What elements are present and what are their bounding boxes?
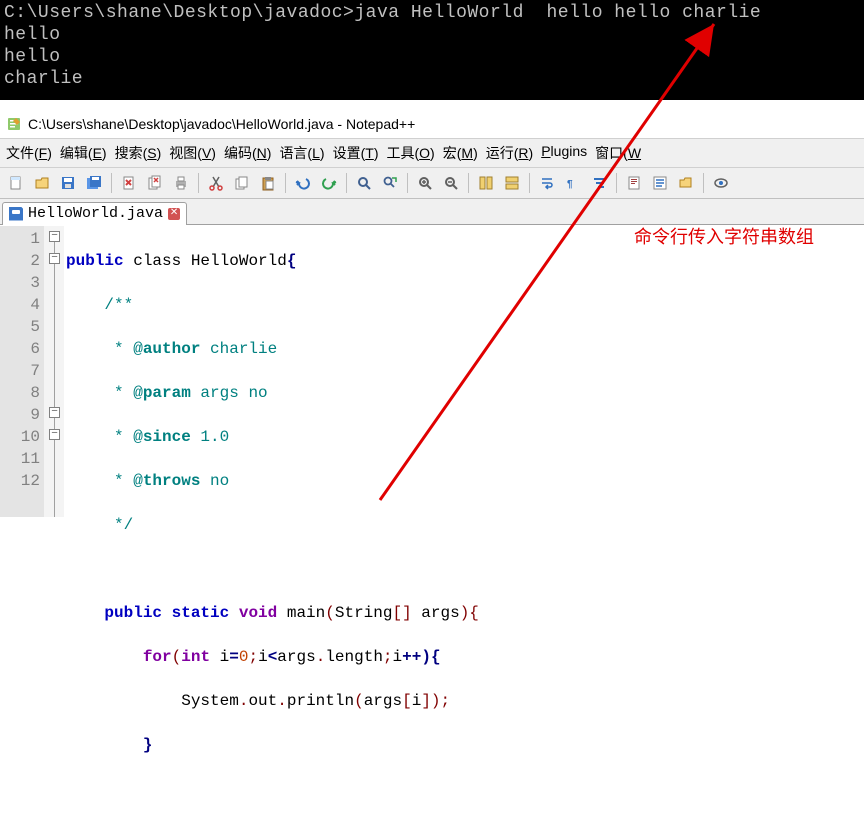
console-output-line: hello — [4, 47, 61, 67]
toolbar-separator — [285, 173, 286, 193]
command-prompt-window: C:\Users\shane\Desktop\javadoc>java Hell… — [0, 0, 864, 100]
save-button[interactable] — [56, 171, 80, 195]
open-file-button[interactable] — [30, 171, 54, 195]
editor[interactable]: 123 456 789 101112 − − − − public class … — [0, 225, 864, 517]
console-output-line: charlie — [4, 69, 83, 89]
toolbar-separator — [616, 173, 617, 193]
toolbar-separator — [703, 173, 704, 193]
menu-search[interactable]: 搜索(S) — [115, 143, 162, 163]
toolbar-separator — [529, 173, 530, 193]
titlebar: C:\Users\shane\Desktop\javadoc\HelloWorl… — [0, 110, 864, 138]
toolbar-separator — [346, 173, 347, 193]
tabstrip: HelloWorld.java ✕ — [0, 199, 864, 225]
menu-file[interactable]: 文件(F) — [6, 143, 52, 163]
monitor-button[interactable] — [709, 171, 733, 195]
menu-language[interactable]: 语言(L) — [279, 143, 324, 163]
find-button[interactable] — [352, 171, 376, 195]
folder-workspace-button[interactable] — [674, 171, 698, 195]
sync-hscroll-button[interactable] — [500, 171, 524, 195]
menu-tools[interactable]: 工具(O) — [386, 143, 434, 163]
close-button[interactable] — [117, 171, 141, 195]
menu-run[interactable]: 运行(R) — [486, 143, 533, 163]
wordwrap-button[interactable] — [535, 171, 559, 195]
undo-button[interactable] — [291, 171, 315, 195]
menu-edit[interactable]: 编辑(E) — [60, 143, 107, 163]
menu-encoding[interactable]: 编码(N) — [224, 143, 271, 163]
new-file-button[interactable] — [4, 171, 28, 195]
file-tab[interactable]: HelloWorld.java ✕ — [2, 202, 187, 225]
toolbar: ¶ — [0, 168, 864, 199]
svg-text:¶: ¶ — [567, 179, 573, 190]
zoom-in-button[interactable] — [413, 171, 437, 195]
tab-close-button[interactable]: ✕ — [168, 208, 180, 220]
file-tab-label: HelloWorld.java — [28, 205, 163, 222]
line-number-gutter: 123 456 789 101112 — [0, 226, 44, 517]
fold-column: − − − − — [44, 226, 64, 517]
copy-button[interactable] — [230, 171, 254, 195]
menubar: 文件(F) 编辑(E) 搜索(S) 视图(V) 编码(N) 语言(L) 设置(T… — [0, 138, 864, 168]
function-list-button[interactable] — [648, 171, 672, 195]
code-area[interactable]: public class HelloWorld{ /** * @author c… — [64, 226, 864, 517]
toolbar-separator — [407, 173, 408, 193]
menu-macro[interactable]: 宏(M) — [443, 143, 478, 163]
cut-button[interactable] — [204, 171, 228, 195]
console-command: C:\Users\shane\Desktop\javadoc>java Hell… — [4, 3, 761, 23]
paste-button[interactable] — [256, 171, 280, 195]
menu-view[interactable]: 视图(V) — [169, 143, 216, 163]
replace-button[interactable] — [378, 171, 402, 195]
close-all-button[interactable] — [143, 171, 167, 195]
redo-button[interactable] — [317, 171, 341, 195]
menu-window[interactable]: 窗口(W — [595, 143, 641, 163]
save-icon — [9, 207, 23, 221]
menu-settings[interactable]: 设置(T) — [333, 143, 379, 163]
doc-map-button[interactable] — [622, 171, 646, 195]
console-output-line: hello — [4, 25, 61, 45]
toolbar-separator — [468, 173, 469, 193]
zoom-out-button[interactable] — [439, 171, 463, 195]
indent-guide-button[interactable] — [587, 171, 611, 195]
toolbar-separator — [198, 173, 199, 193]
sync-vscroll-button[interactable] — [474, 171, 498, 195]
annotation-label: 命令行传入字符串数组 — [634, 226, 814, 248]
print-button[interactable] — [169, 171, 193, 195]
save-all-button[interactable] — [82, 171, 106, 195]
all-chars-button[interactable]: ¶ — [561, 171, 585, 195]
window-gap — [0, 100, 864, 110]
menu-plugins[interactable]: Plugins — [541, 143, 587, 163]
notepadpp-icon — [6, 116, 22, 132]
toolbar-separator — [111, 173, 112, 193]
window-title: C:\Users\shane\Desktop\javadoc\HelloWorl… — [28, 116, 415, 132]
